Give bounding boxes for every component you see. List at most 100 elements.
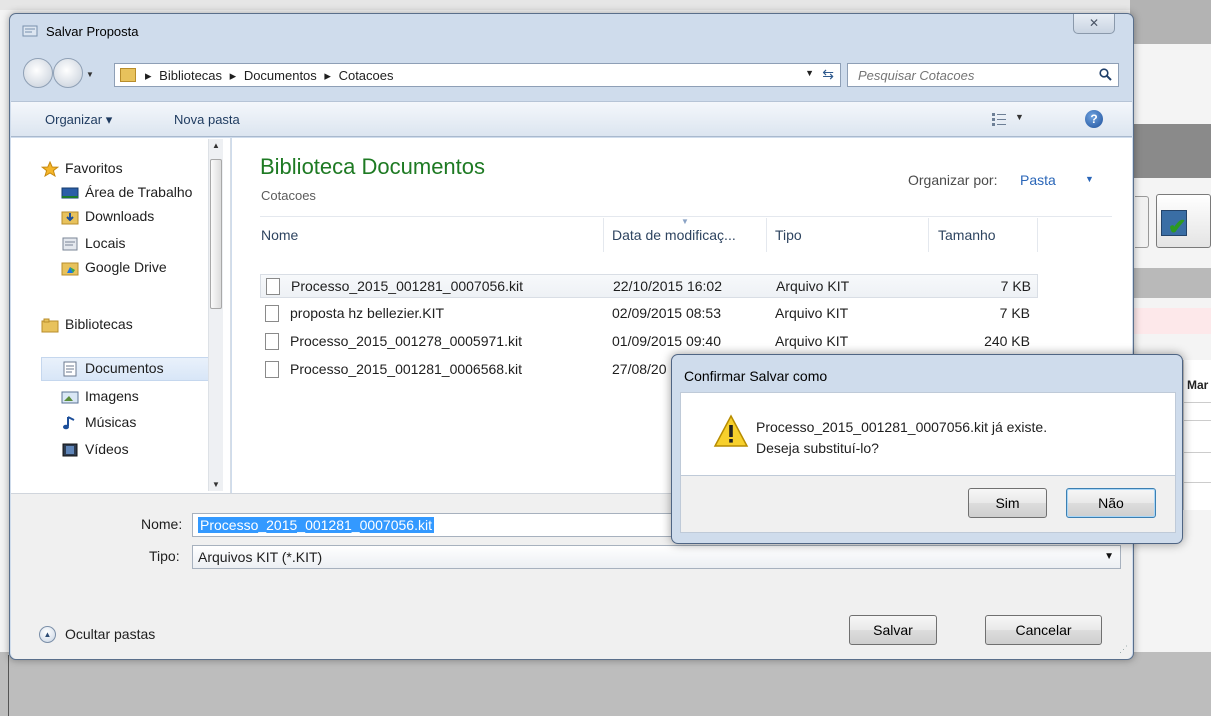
- column-divider[interactable]: [1037, 218, 1038, 252]
- confirm-dialog-body: Processo_2015_001281_0007056.kit já exis…: [680, 392, 1176, 476]
- dialog-title: Salvar Proposta: [46, 24, 139, 39]
- save-button[interactable]: Salvar: [849, 615, 937, 645]
- music-icon: [63, 416, 75, 430]
- background-divider: [8, 655, 9, 716]
- background-pink-band: [1130, 308, 1211, 334]
- scroll-up-icon[interactable]: ▲: [212, 141, 220, 150]
- history-dropdown-icon[interactable]: ▼: [86, 70, 94, 79]
- file-date: 02/09/2015 08:53: [612, 305, 721, 321]
- breadcrumb-arrow-icon: ▸: [145, 68, 152, 83]
- column-header-date[interactable]: Data de modificaç...: [612, 227, 736, 243]
- nav-item-label: Google Drive: [85, 259, 167, 275]
- google-drive-icon: [61, 262, 79, 276]
- warning-icon: [713, 414, 749, 447]
- column-divider[interactable]: [928, 218, 929, 252]
- breadcrumb-arrow-icon: ▸: [324, 68, 331, 83]
- checkmark-icon: ✔: [1168, 214, 1187, 239]
- filename-value[interactable]: Processo_2015_001281_0007056.kit: [198, 517, 434, 533]
- file-type: Arquivo KIT: [776, 278, 850, 294]
- column-divider[interactable]: [603, 218, 604, 252]
- downloads-folder-icon: [61, 211, 79, 225]
- background-header-band: [1130, 0, 1211, 44]
- file-type: Arquivo KIT: [775, 333, 849, 349]
- videos-icon: [62, 443, 78, 457]
- refresh-icon[interactable]: ⇆: [822, 66, 834, 83]
- address-bar[interactable]: ▸ Bibliotecas ▸ Documentos ▸ Cotacoes ▼ …: [114, 63, 841, 87]
- nav-item-label: Locais: [85, 235, 126, 251]
- file-size: 7 KB: [999, 305, 1030, 321]
- arrange-by-value[interactable]: Pasta: [1020, 172, 1056, 188]
- nav-item-label: Área de Trabalho: [85, 184, 193, 200]
- resize-grip-icon[interactable]: ⋰: [1119, 644, 1128, 655]
- search-box[interactable]: [847, 63, 1119, 87]
- hide-folders-label[interactable]: Ocultar pastas: [65, 626, 155, 642]
- file-row[interactable]: Processo_2015_001278_0005971.kit 01/09/2…: [260, 330, 1038, 354]
- filename-label: Nome:: [141, 516, 183, 532]
- filetype-label: Tipo:: [149, 548, 180, 564]
- search-input[interactable]: [856, 67, 1076, 84]
- nav-item-label: Músicas: [85, 414, 137, 430]
- nav-item-label: Favoritos: [65, 160, 123, 176]
- file-name: Processo_2015_001281_0006568.kit: [290, 361, 522, 377]
- background-footer: [0, 652, 1211, 716]
- libraries-icon: [41, 318, 59, 333]
- command-bar: Organizar ▾ Nova pasta ▼ ?: [11, 101, 1132, 137]
- folder-icon: [120, 68, 136, 82]
- background-row-divider: [1183, 402, 1211, 403]
- nav-item-label: Downloads: [85, 208, 155, 224]
- confirm-overwrite-dialog: Confirmar Salvar como Processo_2015_0012…: [671, 354, 1183, 544]
- confirm-message-line-1: Processo_2015_001281_0007056.kit já exis…: [756, 419, 1048, 435]
- background-column-header: Mar: [1187, 378, 1209, 392]
- help-icon[interactable]: ?: [1085, 110, 1103, 128]
- file-size: 240 KB: [984, 333, 1030, 349]
- forward-button[interactable]: [53, 58, 83, 88]
- library-subtitle: Cotacoes: [261, 188, 316, 203]
- nav-item-label: Imagens: [85, 388, 139, 404]
- file-icon: [265, 305, 279, 322]
- nav-item-label: Vídeos: [85, 441, 129, 457]
- back-button[interactable]: [23, 58, 53, 88]
- background-button-edge[interactable]: [1135, 196, 1149, 248]
- library-title: Biblioteca Documentos: [260, 154, 486, 179]
- background-dark-band: [1130, 124, 1211, 178]
- filetype-select[interactable]: Arquivos KIT (*.KIT) ▼: [192, 545, 1121, 569]
- arrange-by-label: Organizar por:: [908, 172, 998, 188]
- save-dialog: Salvar Proposta ✕ ▼ ▸ Bibliotecas ▸ Docu…: [9, 13, 1134, 660]
- column-header-type[interactable]: Tipo: [775, 227, 802, 243]
- views-icon[interactable]: [991, 112, 1007, 126]
- background-top-strip: [0, 0, 1211, 10]
- file-row[interactable]: Processo_2015_001281_0007056.kit 22/10/2…: [260, 274, 1038, 298]
- file-name: Processo_2015_001278_0005971.kit: [290, 333, 522, 349]
- save-dialog-icon: [22, 25, 38, 37]
- hide-folders-icon[interactable]: ▲: [39, 626, 56, 643]
- file-type: Arquivo KIT: [775, 305, 849, 321]
- arrange-dropdown-icon[interactable]: ▼: [1085, 174, 1094, 184]
- file-row[interactable]: proposta hz bellezier.KIT 02/09/2015 08:…: [260, 302, 1038, 326]
- address-dropdown-icon[interactable]: ▼: [805, 68, 814, 78]
- file-icon: [266, 278, 280, 295]
- column-divider[interactable]: [766, 218, 767, 252]
- breadcrumb-item[interactable]: Cotacoes: [339, 68, 394, 83]
- column-header-name[interactable]: Nome: [261, 227, 298, 243]
- search-icon[interactable]: [1099, 68, 1112, 81]
- views-dropdown-icon[interactable]: ▼: [1015, 112, 1024, 122]
- cancel-button[interactable]: Cancelar: [985, 615, 1102, 645]
- file-date: 22/10/2015 16:02: [613, 278, 722, 294]
- no-button[interactable]: Não: [1066, 488, 1156, 518]
- navigation-scrollbar[interactable]: ▲ ▼: [208, 139, 223, 491]
- breadcrumb-item[interactable]: Documentos: [244, 68, 317, 83]
- close-button[interactable]: ✕: [1073, 14, 1115, 34]
- organize-menu[interactable]: Organizar ▾: [45, 112, 112, 128]
- scrollbar-thumb[interactable]: [210, 159, 222, 309]
- new-folder-button[interactable]: Nova pasta: [174, 112, 240, 127]
- file-icon: [265, 333, 279, 350]
- nav-item-label: Documentos: [85, 360, 164, 376]
- yes-button[interactable]: Sim: [968, 488, 1047, 518]
- recent-places-icon: [62, 237, 78, 251]
- breadcrumb-item[interactable]: Bibliotecas: [159, 68, 222, 83]
- background-row-divider: [1183, 420, 1211, 421]
- column-header-size[interactable]: Tamanho: [938, 227, 996, 243]
- filetype-dropdown-icon[interactable]: ▼: [1104, 551, 1114, 562]
- file-date: 27/08/20: [612, 361, 667, 377]
- scroll-down-icon[interactable]: ▼: [212, 480, 220, 489]
